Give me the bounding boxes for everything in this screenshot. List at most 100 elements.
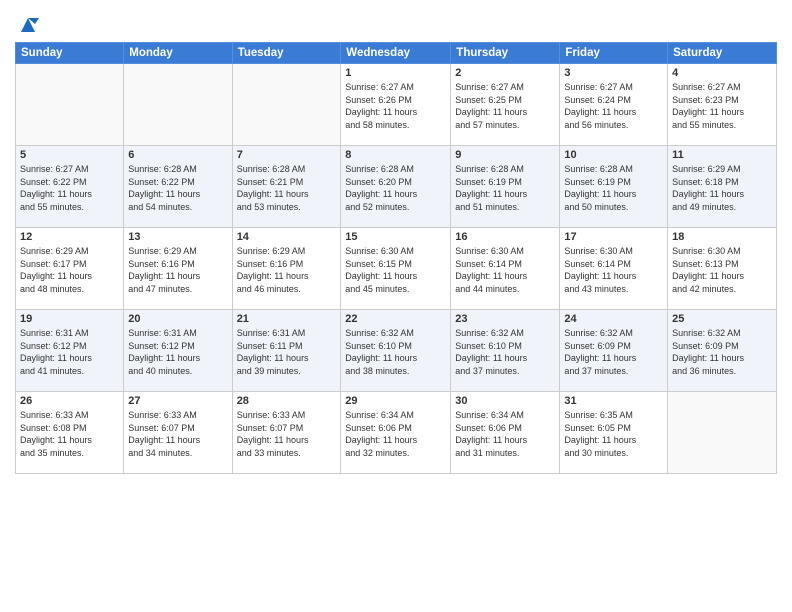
day-number: 20	[128, 313, 227, 325]
day-cell: 10 Sunrise: 6:28 AM Sunset: 6:19 PM Dayli…	[560, 146, 668, 228]
day-cell	[16, 64, 124, 146]
day-info: Sunrise: 6:28 AM Sunset: 6:20 PM Dayligh…	[345, 163, 446, 213]
weekday-header-wednesday: Wednesday	[341, 43, 451, 64]
day-cell: 9 Sunrise: 6:28 AM Sunset: 6:19 PM Daylig…	[451, 146, 560, 228]
day-info: Sunrise: 6:30 AM Sunset: 6:13 PM Dayligh…	[672, 245, 772, 295]
day-info: Sunrise: 6:30 AM Sunset: 6:14 PM Dayligh…	[455, 245, 555, 295]
day-info: Sunrise: 6:29 AM Sunset: 6:16 PM Dayligh…	[128, 245, 227, 295]
day-number: 25	[672, 313, 772, 325]
day-cell: 18Sunrise: 6:30 AM Sunset: 6:13 PM Dayli…	[668, 228, 777, 310]
day-number: 13	[128, 231, 227, 243]
day-cell: 28Sunrise: 6:33 AM Sunset: 6:07 PM Dayli…	[232, 392, 341, 474]
weekday-header-tuesday: Tuesday	[232, 43, 341, 64]
day-cell	[124, 64, 232, 146]
day-number: 4	[672, 67, 772, 79]
day-info: Sunrise: 6:32 AM Sunset: 6:09 PM Dayligh…	[564, 327, 663, 377]
day-cell: 24 Sunrise: 6:32 AM Sunset: 6:09 PM Dayli…	[560, 310, 668, 392]
day-info: Sunrise: 6:28 AM Sunset: 6:22 PM Dayligh…	[128, 163, 227, 213]
day-info: Sunrise: 6:30 AM Sunset: 6:15 PM Dayligh…	[345, 245, 446, 295]
day-cell: 31 Sunrise: 6:35 AM Sunset: 6:05 PM Dayli…	[560, 392, 668, 474]
page: SundayMondayTuesdayWednesdayThursdayFrid…	[0, 0, 792, 612]
day-info: Sunrise: 6:32 AM Sunset: 6:09 PM Dayligh…	[672, 327, 772, 377]
day-cell: 5 Sunrise: 6:27 AM Sunset: 6:22 PM Daylig…	[16, 146, 124, 228]
day-info: Sunrise: 6:28 AM Sunset: 6:21 PM Dayligh…	[237, 163, 337, 213]
day-cell: 29Sunrise: 6:34 AM Sunset: 6:06 PM Dayli…	[341, 392, 451, 474]
day-info: Sunrise: 6:33 AM Sunset: 6:07 PM Dayligh…	[128, 409, 227, 459]
weekday-header-monday: Monday	[124, 43, 232, 64]
day-info: Sunrise: 6:28 AM Sunset: 6:19 PM Dayligh…	[455, 163, 555, 213]
day-info: Sunrise: 6:32 AM Sunset: 6:10 PM Dayligh…	[345, 327, 446, 377]
day-number: 11	[672, 149, 772, 161]
day-cell: 17 Sunrise: 6:30 AM Sunset: 6:14 PM Dayli…	[560, 228, 668, 310]
day-number: 28	[237, 395, 337, 407]
day-cell: 21Sunrise: 6:31 AM Sunset: 6:11 PM Dayli…	[232, 310, 341, 392]
day-cell: 2 Sunrise: 6:27 AM Sunset: 6:25 PM Daylig…	[451, 64, 560, 146]
day-number: 9	[455, 149, 555, 161]
logo	[15, 14, 39, 36]
day-number: 31	[564, 395, 663, 407]
day-cell: 4 Sunrise: 6:27 AM Sunset: 6:23 PM Daylig…	[668, 64, 777, 146]
day-cell: 22 Sunrise: 6:32 AM Sunset: 6:10 PM Dayli…	[341, 310, 451, 392]
week-row-3: 12 Sunrise: 6:29 AM Sunset: 6:17 PM Dayli…	[16, 228, 777, 310]
day-cell: 7 Sunrise: 6:28 AM Sunset: 6:21 PM Daylig…	[232, 146, 341, 228]
weekday-header-friday: Friday	[560, 43, 668, 64]
day-number: 22	[345, 313, 446, 325]
day-info: Sunrise: 6:30 AM Sunset: 6:14 PM Dayligh…	[564, 245, 663, 295]
week-row-1: 1 Sunrise: 6:27 AM Sunset: 6:26 PM Daylig…	[16, 64, 777, 146]
day-number: 14	[237, 231, 337, 243]
day-info: Sunrise: 6:27 AM Sunset: 6:23 PM Dayligh…	[672, 81, 772, 131]
day-number: 15	[345, 231, 446, 243]
day-number: 17	[564, 231, 663, 243]
day-info: Sunrise: 6:27 AM Sunset: 6:22 PM Dayligh…	[20, 163, 119, 213]
week-row-4: 19 Sunrise: 6:31 AM Sunset: 6:12 PM Dayli…	[16, 310, 777, 392]
day-cell: 20Sunrise: 6:31 AM Sunset: 6:12 PM Dayli…	[124, 310, 232, 392]
day-cell: 19 Sunrise: 6:31 AM Sunset: 6:12 PM Dayli…	[16, 310, 124, 392]
day-number: 6	[128, 149, 227, 161]
day-number: 26	[20, 395, 119, 407]
day-number: 12	[20, 231, 119, 243]
day-info: Sunrise: 6:33 AM Sunset: 6:08 PM Dayligh…	[20, 409, 119, 459]
day-cell: 30Sunrise: 6:34 AM Sunset: 6:06 PM Dayli…	[451, 392, 560, 474]
day-info: Sunrise: 6:29 AM Sunset: 6:17 PM Dayligh…	[20, 245, 119, 295]
day-info: Sunrise: 6:35 AM Sunset: 6:05 PM Dayligh…	[564, 409, 663, 459]
day-info: Sunrise: 6:27 AM Sunset: 6:26 PM Dayligh…	[345, 81, 446, 131]
day-number: 5	[20, 149, 119, 161]
day-info: Sunrise: 6:29 AM Sunset: 6:18 PM Dayligh…	[672, 163, 772, 213]
day-number: 10	[564, 149, 663, 161]
day-info: Sunrise: 6:27 AM Sunset: 6:25 PM Dayligh…	[455, 81, 555, 131]
day-cell: 12 Sunrise: 6:29 AM Sunset: 6:17 PM Dayli…	[16, 228, 124, 310]
day-cell: 11 Sunrise: 6:29 AM Sunset: 6:18 PM Dayli…	[668, 146, 777, 228]
day-number: 16	[455, 231, 555, 243]
day-cell: 1 Sunrise: 6:27 AM Sunset: 6:26 PM Daylig…	[341, 64, 451, 146]
day-number: 2	[455, 67, 555, 79]
day-cell: 27Sunrise: 6:33 AM Sunset: 6:07 PM Dayli…	[124, 392, 232, 474]
week-row-2: 5 Sunrise: 6:27 AM Sunset: 6:22 PM Daylig…	[16, 146, 777, 228]
calendar: SundayMondayTuesdayWednesdayThursdayFrid…	[15, 42, 777, 474]
day-info: Sunrise: 6:31 AM Sunset: 6:12 PM Dayligh…	[20, 327, 119, 377]
day-number: 24	[564, 313, 663, 325]
day-cell: 23Sunrise: 6:32 AM Sunset: 6:10 PM Dayli…	[451, 310, 560, 392]
logo-icon	[17, 14, 39, 36]
day-cell: 25 Sunrise: 6:32 AM Sunset: 6:09 PM Dayli…	[668, 310, 777, 392]
day-number: 21	[237, 313, 337, 325]
day-cell: 14 Sunrise: 6:29 AM Sunset: 6:16 PM Dayli…	[232, 228, 341, 310]
day-info: Sunrise: 6:34 AM Sunset: 6:06 PM Dayligh…	[455, 409, 555, 459]
weekday-header-thursday: Thursday	[451, 43, 560, 64]
day-cell: 8 Sunrise: 6:28 AM Sunset: 6:20 PM Daylig…	[341, 146, 451, 228]
day-number: 1	[345, 67, 446, 79]
day-info: Sunrise: 6:27 AM Sunset: 6:24 PM Dayligh…	[564, 81, 663, 131]
day-info: Sunrise: 6:28 AM Sunset: 6:19 PM Dayligh…	[564, 163, 663, 213]
day-cell	[668, 392, 777, 474]
day-number: 19	[20, 313, 119, 325]
day-cell: 26 Sunrise: 6:33 AM Sunset: 6:08 PM Dayli…	[16, 392, 124, 474]
weekday-header-saturday: Saturday	[668, 43, 777, 64]
day-cell: 13 Sunrise: 6:29 AM Sunset: 6:16 PM Dayli…	[124, 228, 232, 310]
day-cell	[232, 64, 341, 146]
day-number: 8	[345, 149, 446, 161]
day-info: Sunrise: 6:34 AM Sunset: 6:06 PM Dayligh…	[345, 409, 446, 459]
day-info: Sunrise: 6:29 AM Sunset: 6:16 PM Dayligh…	[237, 245, 337, 295]
day-number: 3	[564, 67, 663, 79]
day-number: 7	[237, 149, 337, 161]
day-cell: 3 Sunrise: 6:27 AM Sunset: 6:24 PM Daylig…	[560, 64, 668, 146]
weekday-header-row: SundayMondayTuesdayWednesdayThursdayFrid…	[16, 43, 777, 64]
